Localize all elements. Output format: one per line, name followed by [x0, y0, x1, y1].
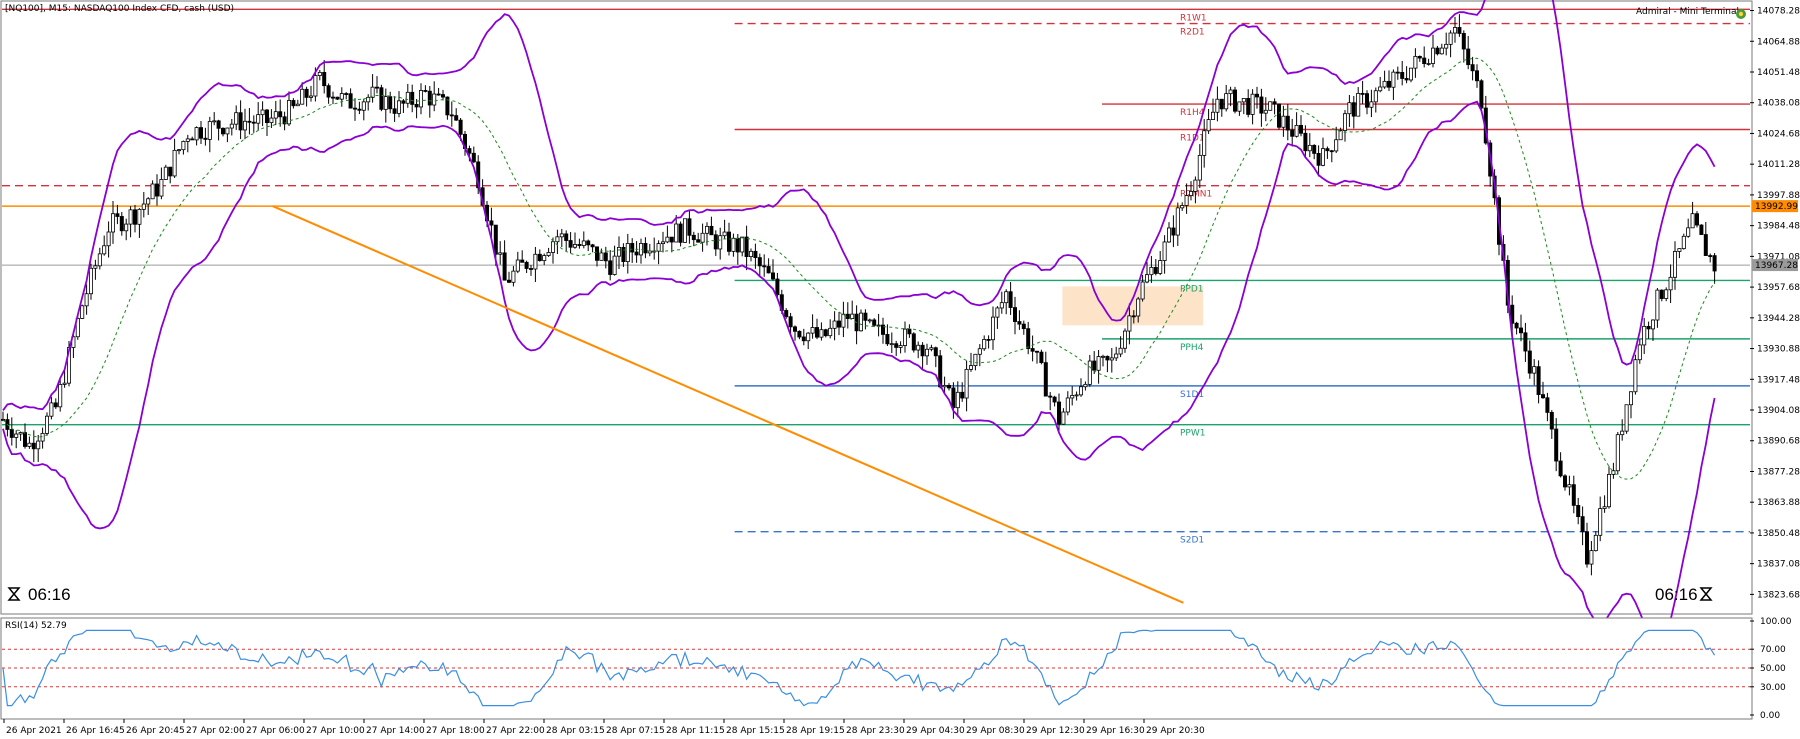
price-tick-label: 13890.68: [1757, 437, 1800, 447]
candle: [1699, 224, 1704, 235]
price-tick-label: 14038.08: [1757, 99, 1800, 109]
price-tick-label: 13997.88: [1757, 191, 1800, 201]
price-tick-label: 13957.68: [1757, 283, 1800, 293]
price-tick-label: 13837.08: [1757, 560, 1800, 570]
timer-right-text: 06:16: [1655, 585, 1698, 604]
candle: [58, 379, 63, 412]
rsi-tick-label: 70.00: [1760, 645, 1786, 655]
price-tick-label: 13944.28: [1757, 314, 1800, 324]
rsi-label: RSI(14) 52.79: [5, 621, 67, 631]
time-tick-label: 29 Apr 08:30: [966, 726, 1025, 736]
price-tick-label: 14011.28: [1757, 160, 1800, 170]
time-tick-label: 27 Apr 18:00: [426, 726, 485, 736]
time-tick-label: 28 Apr 23:30: [846, 726, 905, 736]
price-tick-label: 13823.68: [1757, 590, 1800, 600]
time-tick-label: 28 Apr 15:15: [726, 726, 785, 736]
candle: [1615, 432, 1620, 475]
level-label-r1w1: R1W1: [1180, 13, 1207, 23]
symbol-label: [NQ100], M15: NASDAQ100 Index CFD, cash …: [5, 4, 234, 14]
candle: [80, 304, 85, 320]
level-label-s2d1: S2D1: [1180, 536, 1204, 546]
level-label-r1h4: R1H4: [1180, 108, 1205, 118]
level-label-r2d1: R2D1: [1180, 28, 1205, 38]
price-tick-label: 14064.88: [1757, 37, 1800, 47]
time-tick-label: 27 Apr 14:00: [366, 726, 425, 736]
candle: [1268, 101, 1273, 111]
rsi-pane[interactable]: [0, 617, 1753, 720]
candle: [1277, 103, 1282, 130]
price-tick-label: 13930.88: [1757, 345, 1800, 355]
main-pane[interactable]: [0, 0, 1753, 615]
level-label-ppw1: PPW1: [1180, 429, 1205, 439]
price-tick-label: 13904.08: [1757, 406, 1800, 416]
time-tick-label: 28 Apr 11:15: [666, 726, 725, 736]
time-tick-label: 29 Apr 16:30: [1086, 726, 1145, 736]
timer-left-text: 06:16: [28, 585, 71, 604]
time-tick-label: 27 Apr 02:00: [186, 726, 245, 736]
price-tick-label: 14024.68: [1757, 129, 1800, 139]
time-tick-label: 28 Apr 03:15: [546, 726, 605, 736]
price-tick-label: 13877.28: [1757, 467, 1800, 477]
candle: [683, 218, 688, 243]
rsi-tick-label: 0.00: [1760, 711, 1780, 721]
time-tick-label: 28 Apr 07:15: [606, 726, 665, 736]
candle: [1409, 67, 1414, 83]
candle: [1633, 354, 1638, 395]
time-tick-label: 27 Apr 10:00: [306, 726, 365, 736]
candle: [1681, 233, 1686, 250]
candle: [1479, 79, 1484, 111]
candle: [1695, 211, 1700, 228]
price-axis: 14078.28 14064.88 14051.48 14038.08 14024.68…: [1750, 7, 1800, 600]
time-tick-label: 27 Apr 22:00: [486, 726, 545, 736]
price-tick-label: 13850.48: [1757, 529, 1800, 539]
time-axis: 26 Apr 2021 26 Apr 16:45 26 Apr 20:45 27 Ap…: [3, 719, 1205, 736]
time-tick-label: 29 Apr 04:30: [906, 726, 965, 736]
candle: [335, 96, 340, 100]
price-marker-label: 13967.28: [1755, 261, 1798, 271]
price-tick-label: 13917.48: [1757, 375, 1800, 385]
price-marker-label: 13992.99: [1755, 202, 1798, 212]
candle: [1039, 349, 1044, 365]
trading-chart[interactable]: R1W1R2D1R1H4R1D1R2MN1PPD1PPH4S1D1PPW1S2D…: [0, 0, 1800, 739]
time-tick-label: 28 Apr 19:15: [786, 726, 845, 736]
time-tick-label: 29 Apr 12:30: [1026, 726, 1085, 736]
candle: [859, 309, 864, 332]
candle: [163, 164, 168, 181]
price-tick-label: 13984.48: [1757, 222, 1800, 232]
terminal-label: Admiral - Mini Terminal: [1636, 7, 1739, 17]
candle: [1624, 404, 1629, 434]
time-tick-label: 26 Apr 16:45: [66, 726, 125, 736]
candle: [678, 221, 683, 247]
price-tick-label: 14051.48: [1757, 68, 1800, 78]
time-tick-label: 26 Apr 20:45: [126, 726, 185, 736]
price-tick-label: 13863.88: [1757, 498, 1800, 508]
candle: [911, 332, 916, 353]
level-label-ppd1: PPD1: [1180, 284, 1204, 294]
time-tick-label: 29 Apr 20:30: [1146, 726, 1205, 736]
candle: [379, 84, 384, 112]
price-tick-label: 14078.28: [1757, 7, 1800, 17]
rsi-tick-label: 30.00: [1760, 683, 1786, 693]
terminal-logo-icon: [1736, 9, 1746, 19]
time-tick-label: 27 Apr 06:00: [246, 726, 305, 736]
time-tick-label: 26 Apr 2021: [6, 726, 62, 736]
rsi-tick-label: 100.00: [1760, 617, 1792, 627]
rsi-tick-label: 50.00: [1760, 664, 1786, 674]
level-label-pph4: PPH4: [1180, 343, 1204, 353]
candle: [45, 412, 50, 436]
candle: [1233, 86, 1238, 114]
rsi-axis: 100.00 70.00 50.00 30.00 0.00: [1750, 617, 1792, 721]
